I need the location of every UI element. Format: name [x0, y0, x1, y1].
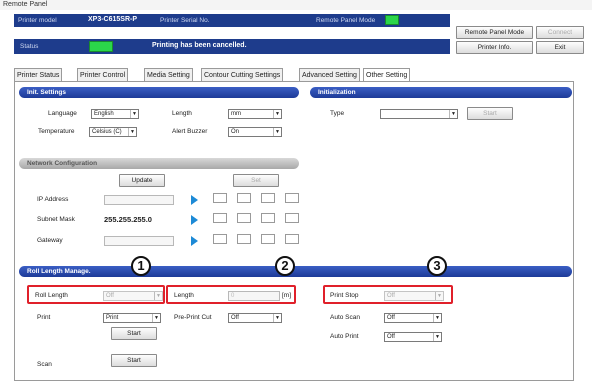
init-settings-header: Init. Settings: [19, 87, 299, 98]
apply-arrow-icon[interactable]: [191, 215, 198, 225]
length-unit-label: Length: [172, 110, 192, 117]
length-unit-value: mm: [231, 111, 241, 117]
status-label: Status: [20, 43, 39, 50]
language-label: Language: [48, 110, 77, 117]
subnet-octet-4[interactable]: [285, 213, 299, 223]
initialization-header: Initialization: [310, 87, 572, 98]
language-select[interactable]: English ▼: [91, 109, 139, 119]
printer-serial-label: Printer Serial No.: [160, 17, 210, 24]
auto-print-value: Off: [387, 334, 395, 340]
status-bar: Status Printing has been cancelled.: [14, 39, 450, 54]
ip-address-input[interactable]: [104, 195, 174, 205]
chevron-down-icon: ▼: [128, 128, 136, 136]
connect-button[interactable]: Connect: [536, 26, 584, 39]
subnet-octet-2[interactable]: [237, 213, 251, 223]
ip-octet-4[interactable]: [285, 193, 299, 203]
gateway-octet-3[interactable]: [261, 234, 275, 244]
printer-info-bar: Printer model XP3-C615SR-P Printer Seria…: [14, 14, 450, 27]
length-unit-select[interactable]: mm ▼: [228, 109, 282, 119]
chevron-down-icon: ▼: [152, 314, 160, 322]
subnet-mask-value: 255.255.255.0: [104, 215, 152, 224]
ip-octet-3[interactable]: [261, 193, 275, 203]
printer-model-value: XP3-C615SR-P: [88, 16, 138, 23]
gateway-label: Gateway: [37, 237, 63, 244]
preprint-cut-label: Pre-Print Cut: [174, 314, 212, 321]
preprint-cut-value: Off: [231, 315, 239, 321]
alert-buzzer-value: On: [231, 129, 240, 135]
chevron-down-icon: ▼: [433, 314, 441, 322]
alert-buzzer-select[interactable]: On ▼: [228, 127, 282, 137]
highlight-roll-length: [27, 285, 165, 304]
tab-contour-cutting[interactable]: Contour Cutting Settings: [201, 68, 284, 81]
ip-address-label: IP Address: [37, 196, 69, 203]
scan-label: Scan: [37, 361, 52, 368]
window-title: Remote Panel: [0, 0, 592, 10]
auto-print-label: Auto Print: [330, 333, 359, 340]
print-start-button[interactable]: Start: [111, 327, 157, 340]
remote-panel-mode-label: Remote Panel Mode: [316, 17, 376, 24]
temperature-label: Temperature: [38, 128, 75, 135]
language-value: English: [94, 111, 114, 117]
status-indicator: [89, 41, 113, 52]
callout-2: 2: [275, 256, 295, 276]
highlight-print-stop: [323, 285, 453, 304]
gateway-input[interactable]: [104, 236, 174, 246]
chevron-down-icon: ▼: [433, 333, 441, 341]
status-text: Printing has been cancelled.: [152, 42, 247, 49]
print-label: Print: [37, 314, 51, 321]
other-setting-panel: [14, 81, 574, 381]
subnet-octet-1[interactable]: [213, 213, 227, 223]
highlight-length: [166, 285, 296, 304]
auto-print-select[interactable]: Off ▼: [384, 332, 442, 342]
auto-scan-label: Auto Scan: [330, 314, 360, 321]
tab-other-setting[interactable]: Other Setting: [363, 68, 411, 82]
network-update-button[interactable]: Update: [119, 174, 165, 187]
temperature-value: Celsius (C): [92, 129, 122, 135]
gateway-octet-4[interactable]: [285, 234, 299, 244]
chevron-down-icon: ▼: [130, 110, 138, 118]
tab-bar: Printer Status Printer Control Media Set…: [14, 68, 574, 82]
callout-1: 1: [131, 256, 151, 276]
printer-model-label: Printer model: [18, 17, 57, 24]
preprint-cut-select[interactable]: Off ▼: [228, 313, 282, 323]
roll-length-header: Roll Length Manage.: [19, 266, 572, 277]
subnet-octet-3[interactable]: [261, 213, 275, 223]
apply-arrow-icon[interactable]: [191, 195, 198, 205]
apply-arrow-icon[interactable]: [191, 236, 198, 246]
chevron-down-icon: ▼: [273, 128, 281, 136]
scan-start-button[interactable]: Start: [111, 354, 157, 367]
remote-panel-mode-button[interactable]: Remote Panel Mode: [456, 26, 533, 39]
gateway-octet-2[interactable]: [237, 234, 251, 244]
tab-media-setting[interactable]: Media Setting: [144, 68, 193, 81]
alert-buzzer-label: Alert Buzzer: [172, 128, 208, 135]
chevron-down-icon: ▼: [273, 110, 281, 118]
chevron-down-icon: ▼: [273, 314, 281, 322]
print-value: Print: [106, 315, 119, 321]
auto-scan-value: Off: [387, 315, 395, 321]
tab-printer-status[interactable]: Printer Status: [14, 68, 63, 81]
gateway-octet-1[interactable]: [213, 234, 227, 244]
tab-printer-control[interactable]: Printer Control: [77, 68, 129, 81]
remote-panel-indicator: [385, 15, 399, 25]
exit-button[interactable]: Exit: [536, 41, 584, 54]
callout-3: 3: [427, 256, 447, 276]
init-type-label: Type: [330, 110, 345, 117]
ip-octet-1[interactable]: [213, 193, 227, 203]
tab-advanced-setting[interactable]: Advanced Setting: [299, 68, 360, 81]
chevron-down-icon: ▼: [449, 110, 457, 118]
network-set-button[interactable]: Set: [233, 174, 279, 187]
ip-octet-2[interactable]: [237, 193, 251, 203]
printer-info-button[interactable]: Printer Info.: [456, 41, 533, 54]
temperature-select[interactable]: Celsius (C) ▼: [89, 127, 137, 137]
subnet-mask-label: Subnet Mask: [37, 216, 75, 223]
network-config-header: Network Configuration: [19, 158, 299, 169]
init-start-button[interactable]: Start: [467, 107, 513, 120]
init-type-select[interactable]: ▼: [380, 109, 458, 119]
auto-scan-select[interactable]: Off ▼: [384, 313, 442, 323]
print-select[interactable]: Print ▼: [103, 313, 161, 323]
